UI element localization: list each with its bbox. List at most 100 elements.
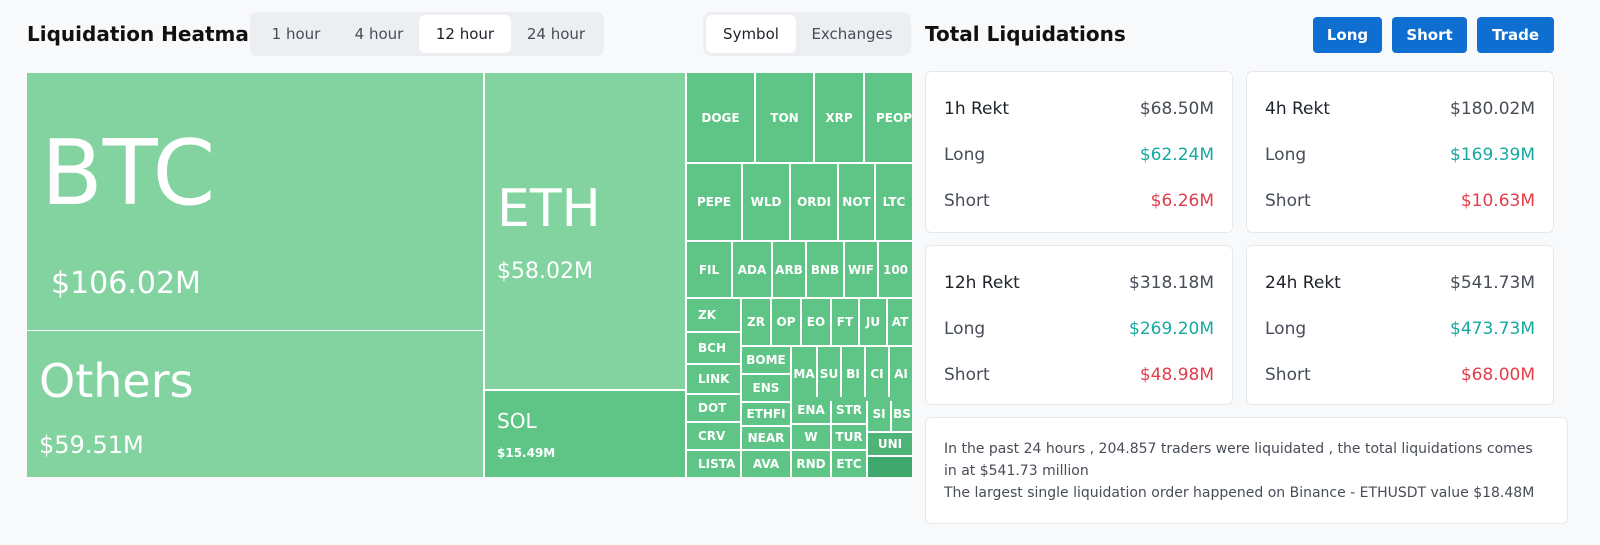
tab-4-hour[interactable]: 4 hour [339, 15, 419, 53]
tab-exchanges[interactable]: Exchanges [796, 15, 908, 53]
heatmap-cell-op[interactable]: OP [772, 299, 800, 345]
heatmap-cell-people[interactable]: PEOP [865, 73, 912, 162]
cell-value: $106.02M [51, 266, 201, 301]
heatmap-cell-ton[interactable]: TON [756, 73, 813, 162]
heatmap-cell-sui[interactable]: SU [818, 347, 840, 401]
heatmap-cell-xrp[interactable]: XRP [815, 73, 863, 162]
cell-value: $58.02M [497, 259, 593, 284]
summary-line-2: The largest single liquidation order hap… [944, 485, 1535, 501]
cell-symbol: DOGE [701, 110, 740, 125]
short-button[interactable]: Short [1392, 17, 1467, 53]
heatmap-cell-jup[interactable]: JU [860, 299, 886, 345]
long-button[interactable]: Long [1313, 17, 1382, 53]
cell-value: $59.51M [39, 431, 144, 459]
tab-12-hour[interactable]: 12 hour [419, 15, 511, 53]
heatmap-cell-ens[interactable]: ENS [742, 375, 790, 401]
cell-symbol: SU [819, 367, 839, 381]
card-title: 4h Rekt [1265, 99, 1331, 119]
cell-symbol: CI [870, 367, 884, 381]
rekt-card-4h: 4h Rekt $180.02M Long $169.39M Short $10.63… [1246, 71, 1554, 233]
card-total: $180.02M [1450, 99, 1535, 119]
heatmap-cell-100[interactable]: 100 [879, 242, 912, 297]
heatmap-cell-rndr[interactable]: ETC [832, 451, 866, 477]
view-selector: Symbol Exchanges [703, 12, 911, 56]
long-value: $473.73M [1450, 319, 1535, 339]
cell-symbol: AT [891, 315, 909, 329]
long-label: Long [944, 145, 986, 165]
heatmap-cell-uni[interactable]: UNI [868, 433, 912, 455]
heatmap-cell-fil[interactable]: FIL [687, 242, 731, 297]
heatmap-cell-crv[interactable]: CRV [687, 423, 740, 449]
heatmap-cell-strk[interactable]: STR [832, 397, 866, 423]
cell-symbol: SOL [497, 409, 537, 433]
heatmap-cell-si[interactable]: SI [868, 397, 890, 431]
cell-symbol: 100 [882, 262, 909, 277]
heatmap-cell-bigtime[interactable]: BI [842, 347, 864, 401]
cell-symbol: NEAR [747, 431, 785, 445]
heatmap-cell-wif[interactable]: WIF [845, 242, 877, 297]
heatmap-cell-ordi[interactable]: ORDI [791, 164, 837, 240]
heatmap-title: Liquidation Heatmap [27, 22, 264, 46]
heatmap-cell-not[interactable]: NOT [839, 164, 874, 240]
heatmap-cell-chz[interactable]: CI [866, 347, 888, 401]
cell-symbol: ETC [836, 457, 862, 471]
heatmap-cell-zk[interactable]: ZK [687, 299, 740, 331]
heatmap-cell-dot[interactable]: DOT [687, 395, 740, 421]
tab-symbol[interactable]: Symbol [706, 15, 796, 53]
cell-symbol: CRV [698, 429, 726, 443]
heatmap-cell-bnb[interactable]: BNB [807, 242, 843, 297]
heatmap-cell-doge[interactable]: DOGE [687, 73, 754, 162]
heatmap-cell-ada[interactable]: ADA [733, 242, 771, 297]
tab-24-hour[interactable]: 24 hour [511, 15, 601, 53]
heatmap-cell-bch[interactable]: BCH [687, 333, 740, 363]
cell-symbol: ETHFI [746, 407, 786, 421]
long-value: $169.39M [1450, 145, 1535, 165]
heatmap-cell-eos[interactable]: EO [802, 299, 830, 345]
heatmap-cell-ldo[interactable]: LISTA [687, 451, 740, 477]
heatmap-cell-near[interactable]: NEAR [742, 427, 790, 449]
heatmap-cell-ftm[interactable]: FT [832, 299, 858, 345]
heatmap-cell-eth[interactable]: ETH $58.02M [485, 73, 685, 389]
cell-symbol: ZK [698, 308, 716, 322]
heatmap-cell-ai[interactable]: AI [890, 347, 912, 401]
cell-symbol: W [804, 430, 818, 444]
heatmap-cell-w[interactable]: W [792, 425, 830, 449]
heatmap-cell-turbo[interactable]: TUR [832, 425, 866, 449]
short-label: Short [944, 191, 990, 211]
cell-symbol: PEOP [876, 110, 912, 125]
cell-symbol: BOME [746, 353, 786, 367]
heatmap-cell-bome[interactable]: BOME [742, 347, 790, 373]
heatmap-cell-bsv[interactable]: BS [892, 397, 912, 431]
heatmap-cell-others[interactable]: Others $59.51M [27, 331, 483, 477]
heatmap-cell-wld[interactable]: WLD [743, 164, 789, 240]
heatmap-cell-arb[interactable]: ARB [773, 242, 805, 297]
card-total: $68.50M [1139, 99, 1214, 119]
heatmap-cell-link[interactable]: LINK [687, 365, 740, 393]
tab-1-hour[interactable]: 1 hour [253, 15, 339, 53]
heatmap-cell-ltc[interactable]: LTC [876, 164, 912, 240]
heatmap-cell-avax[interactable]: AVARND [792, 451, 830, 477]
cell-symbol: FT [836, 315, 854, 329]
cell-symbol: NOT [842, 195, 871, 209]
heatmap-cell-zro[interactable]: ZR [742, 299, 770, 345]
short-value: $68.00M [1460, 365, 1535, 385]
cell-symbol: LINK [698, 372, 730, 386]
short-value: $6.26M [1150, 191, 1214, 211]
long-value: $62.24M [1139, 145, 1214, 165]
heatmap-cell-atom[interactable]: AT [888, 299, 912, 345]
heatmap-cell-sol[interactable]: SOL $15.49M [485, 391, 685, 477]
heatmap-cell-pepe[interactable]: PEPE [687, 164, 741, 240]
heatmap-cell-etc[interactable] [868, 457, 912, 477]
heatmap-cell-btc[interactable]: BTC $106.02M [27, 73, 483, 330]
cell-symbol: BI [846, 367, 860, 381]
heatmap-cell-ethfi[interactable]: ETHFI [742, 403, 790, 425]
cell-symbol: DOT [698, 401, 727, 415]
cell-symbol: ETH [497, 179, 601, 239]
heatmap-cell-mana[interactable]: MA [792, 347, 816, 401]
heatmap-cell-lista[interactable]: AVA [742, 451, 790, 477]
heatmap-cell-ena[interactable]: ENA [792, 397, 830, 423]
liquidation-heatmap: BTC $106.02M Others $59.51M ETH $58.02M … [27, 73, 912, 477]
cell-symbol: XRP [825, 110, 853, 125]
cell-symbol: Others [39, 354, 194, 408]
trade-button[interactable]: Trade [1477, 17, 1554, 53]
